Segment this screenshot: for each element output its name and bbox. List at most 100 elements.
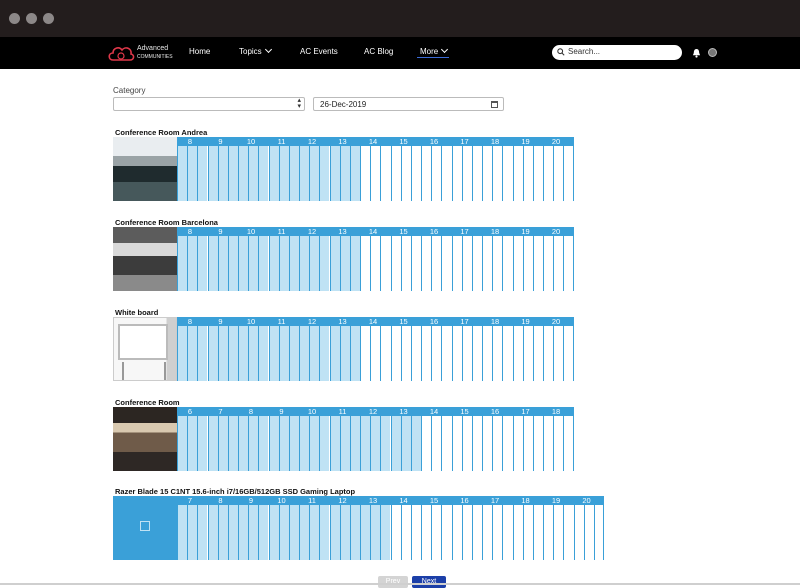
booked-slot[interactable] (197, 236, 208, 291)
free-slot[interactable] (522, 326, 533, 381)
booked-slot[interactable] (258, 505, 269, 560)
booked-slot[interactable] (238, 505, 249, 560)
booked-slot[interactable] (278, 505, 289, 560)
free-slot[interactable] (471, 505, 482, 560)
free-slot[interactable] (380, 236, 390, 291)
booked-slot[interactable] (309, 236, 320, 291)
free-slot[interactable] (461, 326, 472, 381)
free-slot[interactable] (360, 146, 370, 201)
booked-slot[interactable] (227, 505, 238, 560)
free-slot[interactable] (482, 236, 492, 291)
free-slot[interactable] (492, 146, 502, 201)
free-slot[interactable] (563, 236, 573, 291)
booked-slot[interactable] (339, 416, 350, 471)
free-slot[interactable] (421, 505, 431, 560)
booked-slot[interactable] (370, 416, 381, 471)
free-slot[interactable] (431, 326, 441, 381)
free-slot[interactable] (512, 326, 523, 381)
free-slot[interactable] (370, 146, 380, 201)
booked-slot[interactable] (177, 236, 188, 291)
free-slot[interactable] (543, 416, 553, 471)
free-slot[interactable] (441, 326, 451, 381)
booked-slot[interactable] (197, 505, 208, 560)
free-slot[interactable] (563, 326, 573, 381)
booked-slot[interactable] (217, 505, 228, 560)
booked-slot[interactable] (360, 505, 371, 560)
booked-slot[interactable] (349, 146, 360, 201)
free-slot[interactable] (543, 326, 553, 381)
booked-slot[interactable] (309, 505, 320, 560)
booked-slot[interactable] (288, 236, 299, 291)
free-slot[interactable] (451, 236, 462, 291)
free-slot[interactable] (431, 236, 441, 291)
free-slot[interactable] (522, 146, 533, 201)
booked-slot[interactable] (248, 326, 259, 381)
free-slot[interactable] (461, 236, 472, 291)
booked-slot[interactable] (319, 146, 330, 201)
booked-slot[interactable] (309, 146, 320, 201)
free-slot[interactable] (451, 146, 462, 201)
nav-ac-blog[interactable]: AC Blog (364, 47, 393, 56)
booked-slot[interactable] (248, 416, 259, 471)
free-slot[interactable] (461, 146, 472, 201)
booked-slot[interactable] (258, 236, 269, 291)
booked-slot[interactable] (309, 326, 320, 381)
notification-bell-icon[interactable] (692, 48, 701, 58)
free-slot[interactable] (532, 326, 543, 381)
free-slot[interactable] (532, 236, 543, 291)
booked-slot[interactable] (339, 146, 350, 201)
free-slot[interactable] (421, 416, 431, 471)
booked-slot[interactable] (410, 416, 421, 471)
free-slot[interactable] (390, 236, 401, 291)
free-slot[interactable] (512, 416, 523, 471)
booked-slot[interactable] (268, 236, 279, 291)
booked-slot[interactable] (299, 505, 310, 560)
free-slot[interactable] (370, 326, 380, 381)
booked-slot[interactable] (217, 146, 228, 201)
free-slot[interactable] (502, 416, 512, 471)
free-slot[interactable] (563, 505, 573, 560)
free-slot[interactable] (390, 146, 401, 201)
free-slot[interactable] (441, 505, 451, 560)
free-slot[interactable] (492, 326, 502, 381)
free-slot[interactable] (532, 505, 543, 560)
free-slot[interactable] (532, 146, 543, 201)
free-slot[interactable] (380, 326, 390, 381)
booked-slot[interactable] (268, 146, 279, 201)
booked-slot[interactable] (268, 505, 279, 560)
free-slot[interactable] (360, 326, 370, 381)
booked-slot[interactable] (197, 146, 208, 201)
booked-slot[interactable] (288, 416, 299, 471)
booked-slot[interactable] (380, 505, 391, 560)
free-slot[interactable] (482, 326, 492, 381)
booked-slot[interactable] (278, 416, 289, 471)
nav-more[interactable]: More (420, 45, 449, 56)
booked-slot[interactable] (197, 326, 208, 381)
booked-slot[interactable] (187, 416, 198, 471)
free-slot[interactable] (553, 236, 563, 291)
booked-slot[interactable] (319, 416, 330, 471)
free-slot[interactable] (563, 146, 573, 201)
booked-slot[interactable] (238, 236, 249, 291)
free-slot[interactable] (461, 505, 472, 560)
free-slot[interactable] (451, 505, 462, 560)
resource-thumbnail[interactable] (113, 317, 177, 381)
booked-slot[interactable] (238, 326, 249, 381)
free-slot[interactable] (390, 326, 401, 381)
free-slot[interactable] (400, 326, 411, 381)
booked-slot[interactable] (177, 326, 188, 381)
booked-slot[interactable] (207, 326, 218, 381)
brand-logo[interactable]: Advanced COMMUNITIES (107, 42, 187, 64)
booked-slot[interactable] (299, 236, 310, 291)
free-slot[interactable] (421, 326, 431, 381)
booked-slot[interactable] (207, 416, 218, 471)
booked-slot[interactable] (278, 146, 289, 201)
booked-slot[interactable] (339, 505, 350, 560)
free-slot[interactable] (502, 146, 512, 201)
booked-slot[interactable] (339, 326, 350, 381)
booked-slot[interactable] (217, 326, 228, 381)
booked-slot[interactable] (329, 505, 340, 560)
free-slot[interactable] (410, 236, 421, 291)
booked-slot[interactable] (288, 326, 299, 381)
calendar-icon[interactable] (491, 101, 498, 108)
